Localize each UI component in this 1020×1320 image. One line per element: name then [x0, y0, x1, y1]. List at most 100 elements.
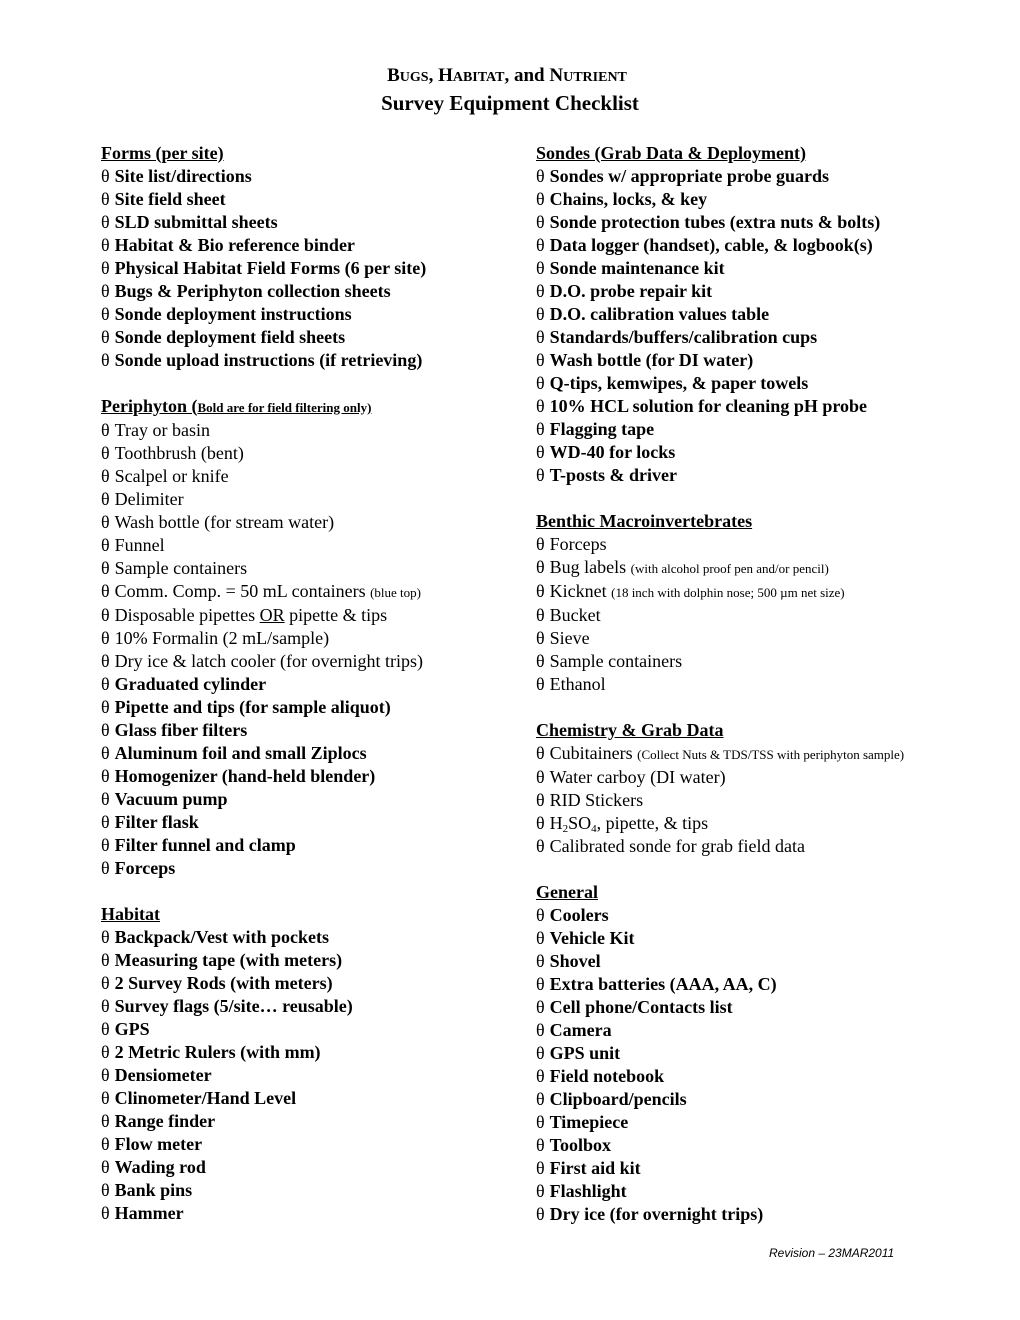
checklist-item[interactable]: θ Chains, locks, & key: [536, 188, 904, 211]
checkbox-icon[interactable]: θ: [101, 189, 110, 209]
checkbox-icon[interactable]: θ: [536, 790, 545, 810]
checklist-item[interactable]: θ RID Stickers: [536, 789, 904, 812]
checklist-item[interactable]: θ Sample containers: [101, 557, 426, 580]
checklist-item[interactable]: θ Camera: [536, 1019, 904, 1042]
checklist-item[interactable]: θ Flashlight: [536, 1180, 904, 1203]
checkbox-icon[interactable]: θ: [101, 973, 110, 993]
checklist-item[interactable]: θ Vehicle Kit: [536, 927, 904, 950]
checklist-item[interactable]: θ D.O. probe repair kit: [536, 280, 904, 303]
checkbox-icon[interactable]: θ: [101, 1088, 110, 1108]
checkbox-icon[interactable]: θ: [536, 419, 545, 439]
checklist-item[interactable]: θ Survey flags (5/site… reusable): [101, 995, 426, 1018]
checklist-item[interactable]: θ Cell phone/Contacts list: [536, 996, 904, 1019]
checkbox-icon[interactable]: θ: [536, 743, 545, 763]
checklist-item[interactable]: θ Wash bottle (for stream water): [101, 511, 426, 534]
checkbox-icon[interactable]: θ: [101, 996, 110, 1016]
checkbox-icon[interactable]: θ: [536, 767, 545, 787]
checkbox-icon[interactable]: θ: [101, 766, 110, 786]
checkbox-icon[interactable]: θ: [101, 812, 110, 832]
checklist-item[interactable]: θ Calibrated sonde for grab field data: [536, 835, 904, 858]
checkbox-icon[interactable]: θ: [536, 350, 545, 370]
checklist-item[interactable]: θ Toolbox: [536, 1134, 904, 1157]
checkbox-icon[interactable]: θ: [101, 674, 110, 694]
checklist-item[interactable]: θ Flow meter: [101, 1133, 426, 1156]
checklist-item[interactable]: θ Densiometer: [101, 1064, 426, 1087]
checklist-item[interactable]: θ Data logger (handset), cable, & logbook…: [536, 234, 904, 257]
checklist-item[interactable]: θ Funnel: [101, 534, 426, 557]
checkbox-icon[interactable]: θ: [536, 951, 545, 971]
checkbox-icon[interactable]: θ: [101, 466, 110, 486]
checkbox-icon[interactable]: θ: [101, 950, 110, 970]
checklist-item[interactable]: θ Wash bottle (for DI water): [536, 349, 904, 372]
checkbox-icon[interactable]: θ: [101, 605, 110, 625]
checkbox-icon[interactable]: θ: [536, 465, 545, 485]
checklist-item[interactable]: θ2 Survey Rods (with meters): [101, 972, 426, 995]
checkbox-icon[interactable]: θ: [101, 1111, 110, 1131]
checklist-item[interactable]: θ Glass fiber filters: [101, 719, 426, 742]
checkbox-icon[interactable]: θ: [101, 835, 110, 855]
checklist-item[interactable]: θ First aid kit: [536, 1157, 904, 1180]
checklist-item[interactable]: θ D.O. calibration values table: [536, 303, 904, 326]
checkbox-icon[interactable]: θ: [536, 373, 545, 393]
checkbox-icon[interactable]: θ: [536, 581, 545, 601]
checklist-item[interactable]: θ WD-40 for locks: [536, 441, 904, 464]
checkbox-icon[interactable]: θ: [536, 905, 545, 925]
checklist-item[interactable]: θ Delimiter: [101, 488, 426, 511]
checklist-item[interactable]: θ Physical Habitat Field Forms (6 per sit…: [101, 257, 426, 280]
checkbox-icon[interactable]: θ: [101, 1042, 110, 1062]
checkbox-icon[interactable]: θ: [536, 1066, 545, 1086]
checkbox-icon[interactable]: θ: [101, 1134, 110, 1154]
checklist-item[interactable]: θ Standards/buffers/calibration cups: [536, 326, 904, 349]
checkbox-icon[interactable]: θ: [536, 189, 545, 209]
checklist-item[interactable]: θ Clinometer/Hand Level: [101, 1087, 426, 1110]
checklist-item[interactable]: θ Tray or basin: [101, 419, 426, 442]
checklist-item[interactable]: θ Sonde deployment instructions: [101, 303, 426, 326]
checklist-item[interactable]: θ Toothbrush (bent): [101, 442, 426, 465]
checkbox-icon[interactable]: θ: [101, 558, 110, 578]
checklist-item[interactable]: θ Q-tips, kemwipes, & paper towels: [536, 372, 904, 395]
checklist-item[interactable]: θ Scalpel or knife: [101, 465, 426, 488]
checklist-item[interactable]: θ Filter funnel and clamp: [101, 834, 426, 857]
checklist-item[interactable]: θ Filter flask: [101, 811, 426, 834]
checklist-item[interactable]: θ Ethanol: [536, 673, 904, 696]
checkbox-icon[interactable]: θ: [536, 281, 545, 301]
checklist-item[interactable]: θ Sieve: [536, 627, 904, 650]
checklist-item[interactable]: θ Bug labels (with alcohol proof pen and/…: [536, 556, 904, 580]
checklist-item[interactable]: θ Comm. Comp. = 50 mL containers (blue to…: [101, 580, 426, 604]
checkbox-icon[interactable]: θ: [101, 743, 110, 763]
checklist-item[interactable]: θ Sonde deployment field sheets: [101, 326, 426, 349]
checklist-item[interactable]: θ Sonde maintenance kit: [536, 257, 904, 280]
checklist-item[interactable]: θ Habitat & Bio reference binder: [101, 234, 426, 257]
checklist-item[interactable]: θ Dry ice (for overnight trips): [536, 1203, 904, 1226]
checkbox-icon[interactable]: θ: [101, 927, 110, 947]
checkbox-icon[interactable]: θ: [536, 534, 545, 554]
checklist-item[interactable]: θ Wading rod: [101, 1156, 426, 1179]
checklist-item[interactable]: θ Kicknet (18 inch with dolphin nose; 500…: [536, 580, 904, 604]
checkbox-icon[interactable]: θ: [101, 166, 110, 186]
checkbox-icon[interactable]: θ: [536, 674, 545, 694]
checkbox-icon[interactable]: θ: [101, 858, 110, 878]
checklist-item[interactable]: θ Disposable pipettes OR pipette & tips: [101, 604, 426, 627]
checkbox-icon[interactable]: θ: [536, 166, 545, 186]
checklist-item[interactable]: θ Bugs & Periphyton collection sheets: [101, 280, 426, 303]
checkbox-icon[interactable]: θ: [101, 1157, 110, 1177]
checkbox-icon[interactable]: θ: [536, 1089, 545, 1109]
checklist-item[interactable]: θ SLD submittal sheets: [101, 211, 426, 234]
checkbox-icon[interactable]: θ: [536, 628, 545, 648]
checkbox-icon[interactable]: θ: [101, 350, 110, 370]
checkbox-icon[interactable]: θ: [101, 535, 110, 555]
checkbox-icon[interactable]: θ: [101, 1065, 110, 1085]
checkbox-icon[interactable]: θ: [536, 1043, 545, 1063]
checkbox-icon[interactable]: θ: [536, 1020, 545, 1040]
checklist-item[interactable]: θ Dry ice & latch cooler (for overnight t…: [101, 650, 426, 673]
checkbox-icon[interactable]: θ: [101, 327, 110, 347]
checklist-item[interactable]: θ GPS: [101, 1018, 426, 1041]
checklist-item[interactable]: θ Shovel: [536, 950, 904, 973]
checklist-item[interactable]: θ Sonde upload instructions (if retrievin…: [101, 349, 426, 372]
checklist-item[interactable]: θ Pipette and tips (for sample aliquot): [101, 696, 426, 719]
checkbox-icon[interactable]: θ: [101, 443, 110, 463]
checkbox-icon[interactable]: θ: [101, 628, 110, 648]
checkbox-icon[interactable]: θ: [536, 327, 545, 347]
checklist-item[interactable]: θ Hammer: [101, 1202, 426, 1225]
checklist-item[interactable]: θ Flagging tape: [536, 418, 904, 441]
